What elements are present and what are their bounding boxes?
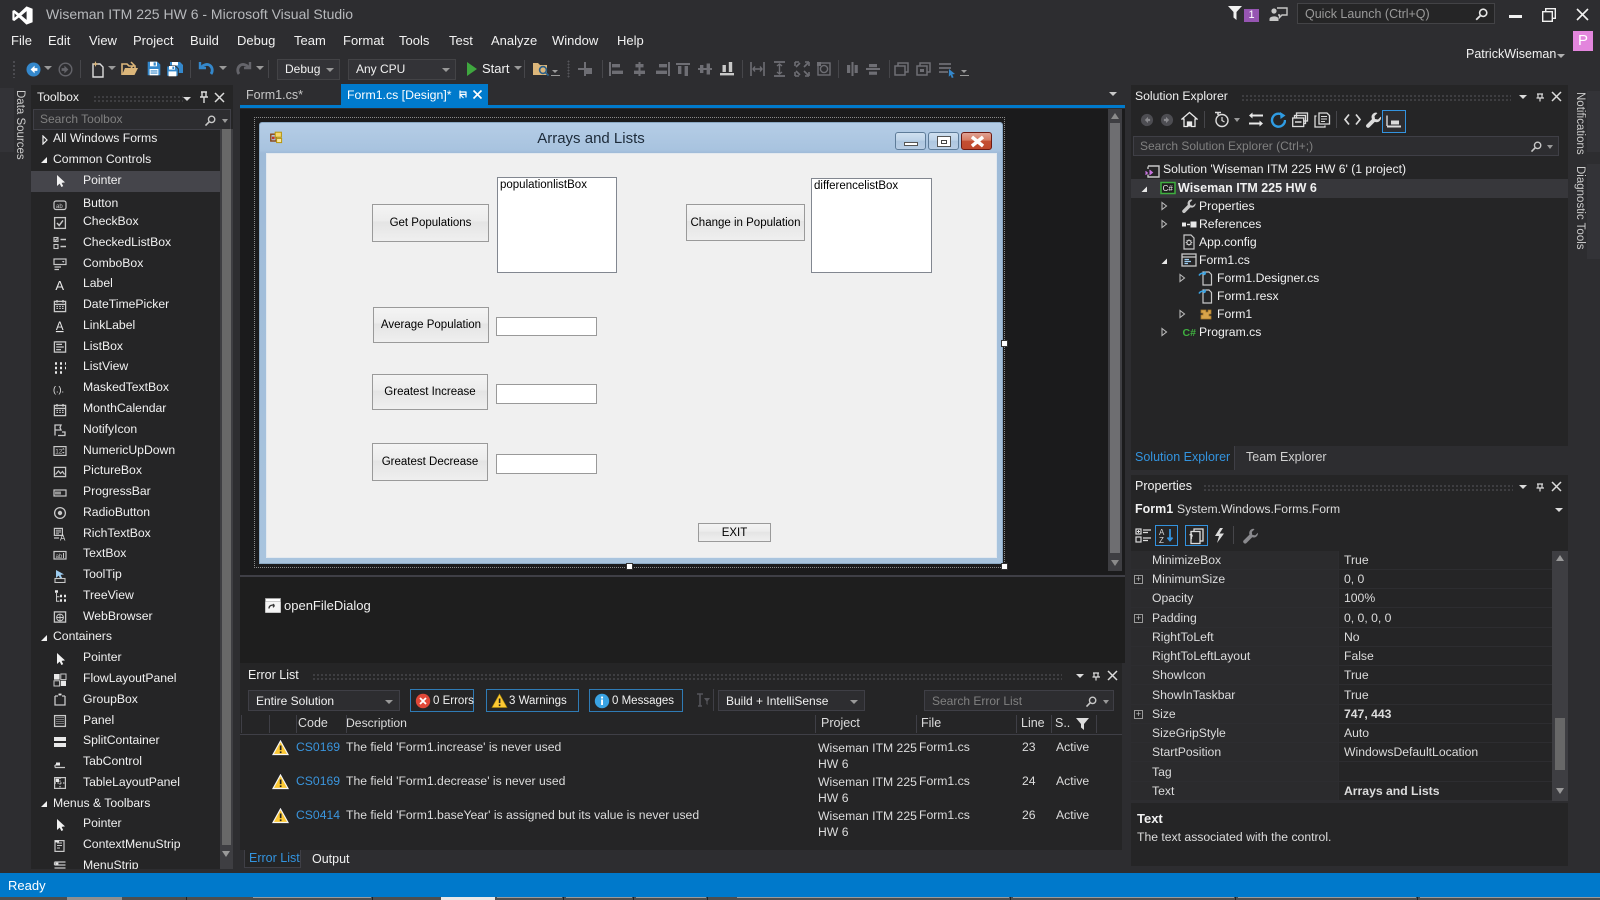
svg-text:Z: Z — [1159, 536, 1164, 544]
